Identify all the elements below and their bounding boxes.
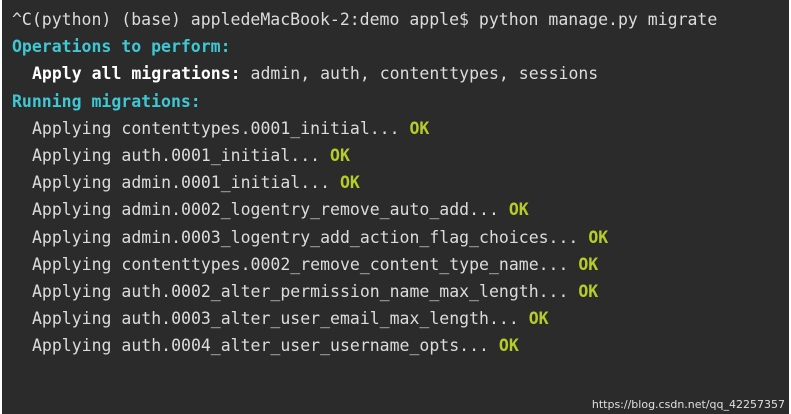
migration-line: Applying contenttypes.0002_remove_conten… [12, 251, 789, 278]
ok-status: OK [588, 227, 609, 247]
migration-text: Applying admin.0001_initial... [32, 173, 331, 193]
ok-status: OK [578, 281, 599, 301]
migration-text: Applying contenttypes.0001_initial... [32, 118, 400, 138]
terminal-window[interactable]: ^C(python) (base) appledeMacBook-2:demo … [2, 0, 789, 414]
migration-text: Applying auth.0002_alter_permission_name… [32, 281, 569, 301]
screenshot: ^C(python) (base) appledeMacBook-2:demo … [0, 0, 791, 414]
ok-status: OK [508, 200, 529, 220]
running-header: Running migrations: [12, 91, 201, 111]
migration-line: Applying auth.0004_alter_user_username_o… [12, 332, 789, 359]
migration-line: Applying admin.0001_initial... OK [12, 169, 789, 196]
migration-line: Applying auth.0002_alter_permission_name… [12, 278, 789, 305]
migration-line: Applying auth.0003_alter_user_email_max_… [12, 305, 789, 332]
terminal-output: ^C(python) (base) appledeMacBook-2:demo … [12, 6, 789, 359]
prompt-line: ^C(python) (base) appledeMacBook-2:demo … [12, 10, 718, 29]
watermark: https://blog.csdn.net/qq_42257357 [591, 398, 785, 411]
migration-line: Applying admin.0003_logentry_add_action_… [12, 224, 789, 251]
migration-line: Applying auth.0001_initial... OK [12, 142, 789, 169]
apply-label: Apply all migrations: [32, 64, 241, 84]
migration-text: Applying auth.0003_alter_user_email_max_… [32, 309, 519, 329]
operations-header: Operations to perform: [12, 37, 231, 57]
migration-text: Applying auth.0001_initial... [32, 145, 321, 165]
apply-apps: admin, auth, contenttypes, sessions [240, 64, 599, 84]
ok-status: OK [498, 336, 519, 356]
migration-text: Applying admin.0002_logentry_remove_auto… [32, 200, 499, 220]
migration-line: Applying admin.0002_logentry_remove_auto… [12, 196, 789, 223]
ok-status: OK [528, 309, 549, 329]
apply-line: Apply all migrations: admin, auth, conte… [12, 60, 789, 87]
migration-text: Applying auth.0004_alter_user_username_o… [32, 336, 489, 356]
ok-status: OK [578, 254, 599, 274]
migration-text: Applying admin.0003_logentry_add_action_… [32, 227, 579, 247]
ok-status: OK [409, 118, 430, 138]
ok-status: OK [339, 173, 360, 193]
migration-line: Applying contenttypes.0001_initial... OK [12, 115, 789, 142]
ok-status: OK [330, 145, 350, 165]
migration-text: Applying contenttypes.0002_remove_conten… [32, 254, 569, 274]
